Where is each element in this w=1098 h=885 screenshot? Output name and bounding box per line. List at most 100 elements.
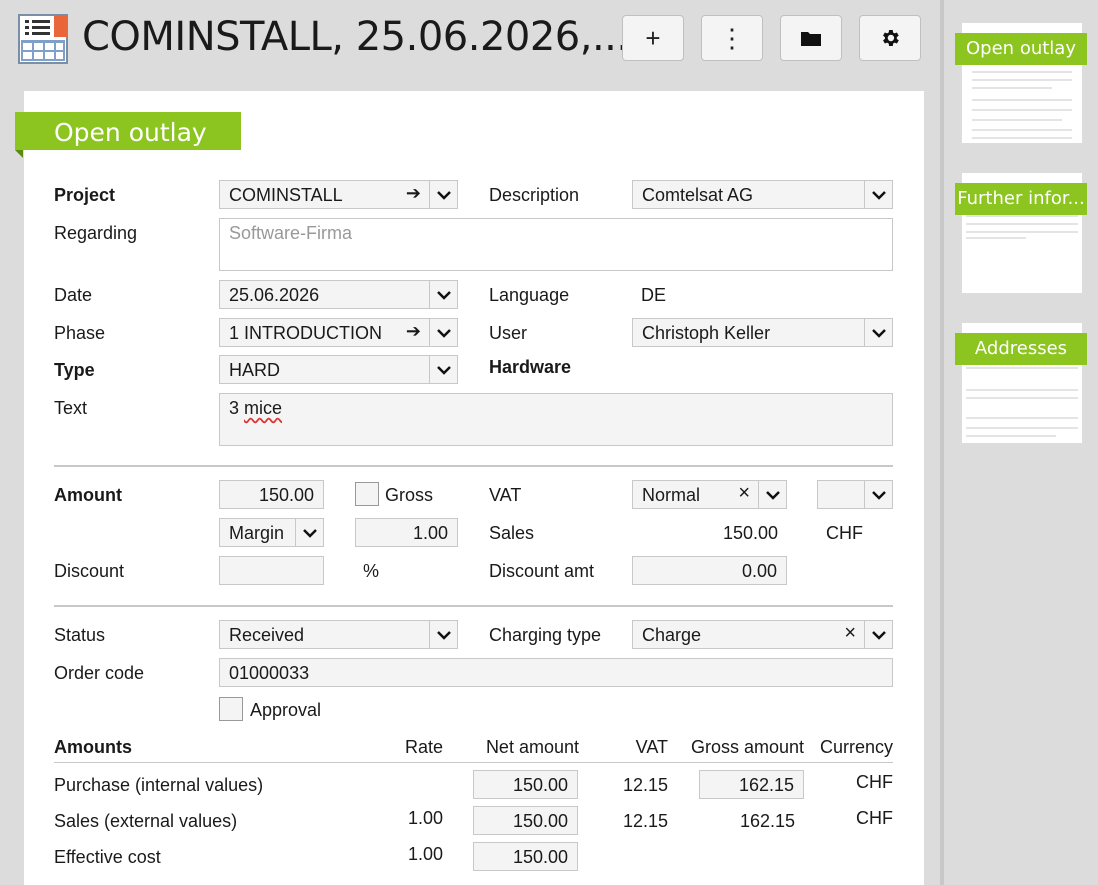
vat-header: VAT [635, 737, 668, 757]
purchase-currency: CHF [856, 772, 893, 792]
approval-checkbox[interactable] [219, 697, 243, 721]
chevron-down-icon[interactable] [758, 481, 786, 508]
thumbnail-label-further-information[interactable]: Further infor... [955, 183, 1087, 215]
discount-input[interactable] [219, 556, 324, 585]
settings-button[interactable] [859, 15, 921, 61]
gross-amount-header: Gross amount [690, 737, 804, 757]
chevron-down-icon[interactable] [864, 319, 892, 346]
date-value: 25.06.2026 [229, 285, 320, 305]
sales-value: 150.00 [722, 523, 778, 543]
project-value: COMINSTALL [229, 185, 343, 205]
phase-label: Phase [54, 323, 106, 343]
chevron-down-icon[interactable] [295, 519, 323, 546]
effective-cost-net-input[interactable]: 150.00 [473, 842, 578, 871]
chevron-down-icon[interactable] [429, 319, 457, 346]
chevron-down-icon[interactable] [429, 356, 457, 383]
purchase-row-label: Purchase (internal values) [54, 775, 264, 795]
text-value-prefix: 3 [229, 398, 245, 418]
ribbon-tail [15, 150, 23, 158]
net-amount-header: Net amount [485, 737, 579, 757]
user-select[interactable]: Christoph Keller [632, 318, 893, 347]
effective-cost-label: Effective cost [54, 847, 161, 867]
vat-code-select[interactable] [817, 480, 893, 509]
chevron-down-icon[interactable] [864, 621, 892, 648]
charging-type-label: Charging type [489, 625, 602, 645]
amount-input[interactable]: 150.00 [219, 480, 324, 509]
vat-label: VAT [489, 485, 522, 505]
status-select[interactable]: Received [219, 620, 458, 649]
chevron-down-icon[interactable] [429, 621, 457, 648]
date-label: Date [54, 285, 93, 305]
chevron-down-icon[interactable] [864, 481, 892, 508]
description-value: Comtelsat AG [642, 185, 754, 205]
phase-select[interactable]: 1 INTRODUCTION ➔ [219, 318, 458, 347]
sales-vat: 12.15 [622, 811, 668, 831]
section-title-ribbon: Open outlay [15, 112, 241, 150]
sales-gross: 162.15 [739, 811, 795, 831]
order-code-input[interactable]: 01000033 [219, 658, 893, 687]
sales-label: Sales [489, 523, 535, 543]
folder-button[interactable] [780, 15, 842, 61]
project-select[interactable]: COMINSTALL ➔ [219, 180, 458, 209]
purchase-gross-input[interactable]: 162.15 [699, 770, 804, 799]
amount-label: Amount [54, 485, 122, 505]
regarding-input[interactable]: Software-Firma [219, 218, 893, 271]
folder-icon [801, 32, 821, 46]
clear-icon[interactable]: × [738, 482, 750, 505]
arrow-right-icon[interactable]: ➔ [406, 321, 421, 342]
date-select[interactable]: 25.06.2026 [219, 280, 458, 309]
currency-header: Currency [819, 737, 893, 757]
top-bar: COMINSTALL, 25.06.2026,... + ⋮ [0, 0, 940, 90]
chevron-down-icon[interactable] [864, 181, 892, 208]
page-title: COMINSTALL, 25.06.2026,... [82, 14, 629, 60]
language-label: Language [489, 285, 570, 305]
type-label: Type [54, 360, 95, 380]
discount-amt-input[interactable]: 0.00 [632, 556, 787, 585]
gross-checkbox[interactable] [355, 482, 379, 506]
charging-type-select[interactable]: Charge × [632, 620, 893, 649]
separator [54, 605, 893, 607]
thumbnail-label-open-outlay[interactable]: Open outlay [955, 33, 1087, 65]
add-button[interactable]: + [622, 15, 684, 61]
vat-value: Normal [642, 485, 701, 505]
purchase-net-input[interactable]: 150.00 [473, 770, 578, 799]
gross-label: Gross [385, 485, 434, 505]
clear-icon[interactable]: × [844, 622, 856, 645]
margin-value: Margin [229, 523, 285, 543]
charging-type-value: Charge [642, 625, 702, 645]
text-input[interactable]: 3 mice [219, 393, 893, 446]
sales-row-label: Sales (external values) [54, 811, 238, 831]
description-select[interactable]: Comtelsat AG [632, 180, 893, 209]
sales-currency: CHF [826, 523, 863, 543]
gear-icon [883, 30, 899, 46]
vat-select[interactable]: Normal × [632, 480, 787, 509]
type-value: HARD [229, 360, 281, 380]
more-options-button[interactable]: ⋮ [701, 15, 763, 61]
status-label: Status [54, 625, 106, 645]
description-label: Description [489, 185, 580, 205]
chevron-down-icon[interactable] [429, 281, 457, 308]
margin-factor-input[interactable]: 1.00 [355, 518, 458, 547]
approval-label: Approval [250, 700, 322, 720]
arrow-right-icon[interactable]: ➔ [406, 183, 421, 204]
type-select[interactable]: HARD [219, 355, 458, 384]
chevron-down-icon[interactable] [429, 181, 457, 208]
project-label: Project [54, 185, 116, 205]
sales-rate: 1.00 [407, 808, 443, 828]
margin-select[interactable]: Margin [219, 518, 324, 547]
discount-amt-label: Discount amt [489, 561, 595, 581]
order-code-label: Order code [54, 663, 145, 683]
sales-row-currency: CHF [856, 808, 893, 828]
text-value-word: mice [244, 398, 283, 418]
sales-net-input[interactable]: 150.00 [473, 806, 578, 835]
discount-unit: % [363, 561, 380, 581]
discount-label: Discount [54, 561, 125, 581]
phase-value: 1 INTRODUCTION [229, 323, 382, 343]
amounts-title: Amounts [54, 737, 132, 757]
panel-divider[interactable] [940, 0, 944, 885]
table-header-rule [54, 762, 893, 763]
user-value: Christoph Keller [642, 323, 771, 343]
thumbnail-label-addresses[interactable]: Addresses [955, 333, 1087, 365]
effective-cost-rate: 1.00 [407, 844, 443, 864]
separator [54, 465, 893, 467]
